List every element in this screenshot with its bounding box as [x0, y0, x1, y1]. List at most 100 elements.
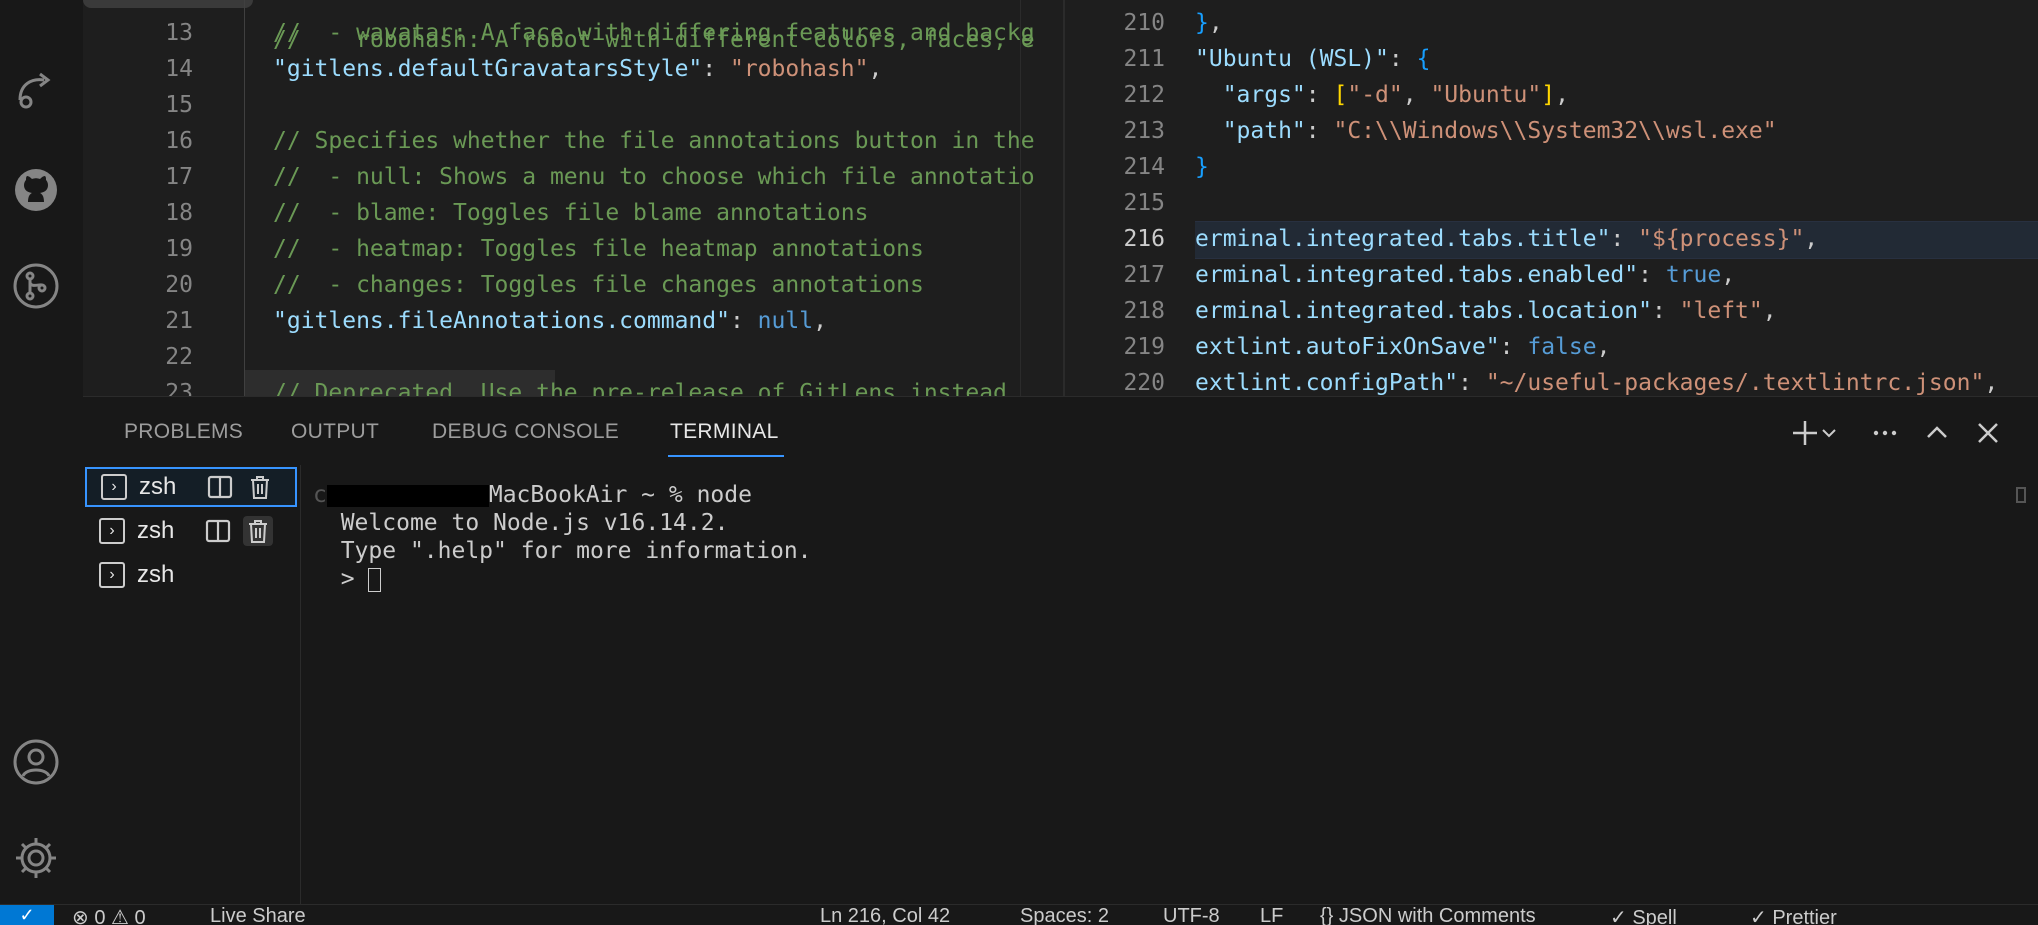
- code-token: "${process}": [1638, 226, 1805, 252]
- terminal-tab-label: zsh: [137, 517, 175, 544]
- code-token: // - wavatar: A face with differing feat…: [273, 20, 1035, 46]
- line-number: 19: [165, 236, 193, 262]
- code-text: // - heatmap: Toggles file heatmap annot…: [273, 231, 924, 267]
- line-number: 16: [165, 128, 193, 154]
- tab-problems[interactable]: PROBLEMS: [124, 420, 243, 444]
- code-token: :: [1305, 118, 1334, 144]
- kill-terminal-trash-icon[interactable]: [243, 516, 273, 546]
- tab-output[interactable]: OUTPUT: [291, 420, 379, 444]
- remote-indicator-button[interactable]: ✓: [0, 905, 54, 925]
- close-panel-icon[interactable]: [1972, 417, 2004, 449]
- encoding[interactable]: UTF-8: [1163, 905, 1220, 925]
- code-token: "left": [1679, 298, 1763, 324]
- code-token: :: [1638, 262, 1666, 288]
- line-ending[interactable]: LF: [1260, 905, 1283, 925]
- code-text: },: [1195, 5, 1223, 41]
- indentation[interactable]: Spaces: 2: [1020, 905, 1109, 925]
- code-text: extlint.configPath": "~/useful-packages/…: [1195, 365, 1998, 396]
- line-number: 22: [165, 344, 193, 370]
- code-text: "gitlens.fileAnnotations.command": null,: [273, 303, 827, 339]
- minimap[interactable]: [1020, 0, 1061, 396]
- code-token: ,: [1721, 262, 1736, 288]
- code-token: [: [1333, 82, 1348, 108]
- live-share-button[interactable]: Live Share: [210, 905, 306, 925]
- status-bar: ✓ ⊗ 0 ⚠ 0 Live Share Ln 216, Col 42 Spac…: [0, 904, 2038, 925]
- cursor-position[interactable]: Ln 216, Col 42: [820, 905, 950, 925]
- repl-prompt: >: [340, 566, 369, 592]
- code-token: :: [1458, 370, 1486, 396]
- line-number: 17: [165, 164, 193, 190]
- more-actions-icon[interactable]: [1869, 417, 1901, 449]
- terminal-line: Welcome to Node.js v16.14.2.: [313, 509, 812, 537]
- maximize-panel-chevron-up-icon[interactable]: [1921, 417, 1953, 449]
- code-text: // Deprecated. Use the pre-release of Gi…: [273, 375, 1007, 396]
- code-text: erminal.integrated.tabs.enabled": true,: [1195, 257, 1735, 293]
- remote-explorer-icon[interactable]: [11, 65, 61, 115]
- code-text: // - null: Shows a menu to choose which …: [273, 159, 1035, 195]
- code-token: ,: [1555, 82, 1569, 108]
- language-mode[interactable]: {} JSON with Comments: [1320, 905, 1536, 925]
- terminal-scrollbar[interactable]: [2016, 487, 2026, 503]
- terminal-cursor: [368, 567, 382, 592]
- code-token: ,: [1402, 82, 1431, 108]
- prettier-status[interactable]: ✓ Prettier: [1750, 905, 1837, 925]
- accounts-icon[interactable]: [11, 737, 61, 787]
- code-text: }: [1195, 149, 1209, 185]
- line-number: 18: [165, 200, 193, 226]
- code-token: :: [702, 56, 730, 82]
- left-editor[interactable]: // robohash: A robot with different colo…: [83, 0, 1061, 396]
- code-text: // Specifies whether the file annotation…: [273, 123, 1035, 159]
- code-text: // - wavatar: A face with differing feat…: [273, 15, 1035, 51]
- code-text: erminal.integrated.tabs.location": "left…: [1195, 293, 1777, 329]
- terminal-tab-item[interactable]: › zsh: [85, 467, 297, 507]
- github-icon[interactable]: [11, 165, 61, 215]
- chevron-down-icon[interactable]: [1819, 417, 1839, 449]
- tab-terminal[interactable]: TERMINAL: [670, 420, 779, 444]
- tab-debug-console[interactable]: DEBUG CONSOLE: [432, 420, 619, 444]
- terminal-prompt-icon: ›: [99, 562, 125, 588]
- code-token: erminal.integrated.tabs.enabled": [1195, 262, 1639, 288]
- line-number: 216: [1123, 226, 1165, 252]
- code-token: ,: [1762, 298, 1777, 324]
- panel-tabs: PROBLEMS OUTPUT DEBUG CONSOLE TERMINAL: [83, 397, 2038, 465]
- code-token: "gitlens.defaultGravatarsStyle": [273, 56, 703, 82]
- code-text: // - blame: Toggles file blame annotatio…: [273, 195, 868, 231]
- code-token: erminal.integrated.tabs.location": [1195, 298, 1652, 324]
- active-tab-indicator: [668, 455, 784, 457]
- spell-status[interactable]: ✓ Spell: [1610, 905, 1677, 925]
- code-token: // - changes: Toggles file changes annot…: [273, 272, 924, 298]
- new-terminal-plus-icon[interactable]: [1789, 417, 1821, 449]
- terminal-text: Welcome to Node.js v16.14.2.: [340, 510, 729, 536]
- code-token: true: [1665, 262, 1722, 288]
- settings-gear-icon[interactable]: [11, 833, 61, 883]
- terminal-line: Type ".help" for more information.: [313, 537, 812, 565]
- line-number: 218: [1123, 298, 1165, 324]
- split-terminal-icon[interactable]: [205, 472, 235, 502]
- code-token: // - heatmap: Toggles file heatmap annot…: [273, 236, 924, 262]
- code-token: ,: [813, 308, 827, 334]
- code-token: // Specifies whether the file annotation…: [273, 128, 1035, 154]
- terminal-output[interactable]: c MacBookAir ~ % node Welcome to Node.js …: [313, 481, 812, 593]
- line-number: 215: [1123, 190, 1165, 216]
- problems-count[interactable]: ⊗ 0 ⚠ 0: [72, 905, 146, 925]
- line-number: 213: [1123, 118, 1165, 144]
- code-token: extlint.configPath": [1195, 370, 1459, 396]
- right-editor[interactable]: 210}, 211 "Ubuntu (WSL)": {212 "args": ["-…: [1063, 0, 2038, 396]
- code-token: // - blame: Toggles file blame annotatio…: [273, 200, 869, 226]
- terminal-prompt-icon: ›: [99, 518, 125, 544]
- git-graph-icon[interactable]: [11, 261, 61, 311]
- line-number: 219: [1123, 334, 1165, 360]
- terminal-tab-item[interactable]: › zsh: [85, 511, 297, 551]
- line-number: 15: [165, 92, 193, 118]
- line-number: 20: [165, 272, 193, 298]
- code-text: // - changes: Toggles file changes annot…: [273, 267, 924, 303]
- split-terminal-icon[interactable]: [203, 516, 233, 546]
- terminal-line: c MacBookAir ~ % node: [313, 482, 752, 508]
- line-number: 214: [1123, 154, 1165, 180]
- kill-terminal-trash-icon[interactable]: [245, 472, 275, 502]
- code-token: "path": [1195, 118, 1306, 144]
- code-token: :: [729, 308, 758, 334]
- code-token: false: [1527, 334, 1597, 360]
- terminal-tab-item[interactable]: › zsh: [85, 555, 297, 595]
- terminal-tab-label: zsh: [139, 473, 177, 500]
